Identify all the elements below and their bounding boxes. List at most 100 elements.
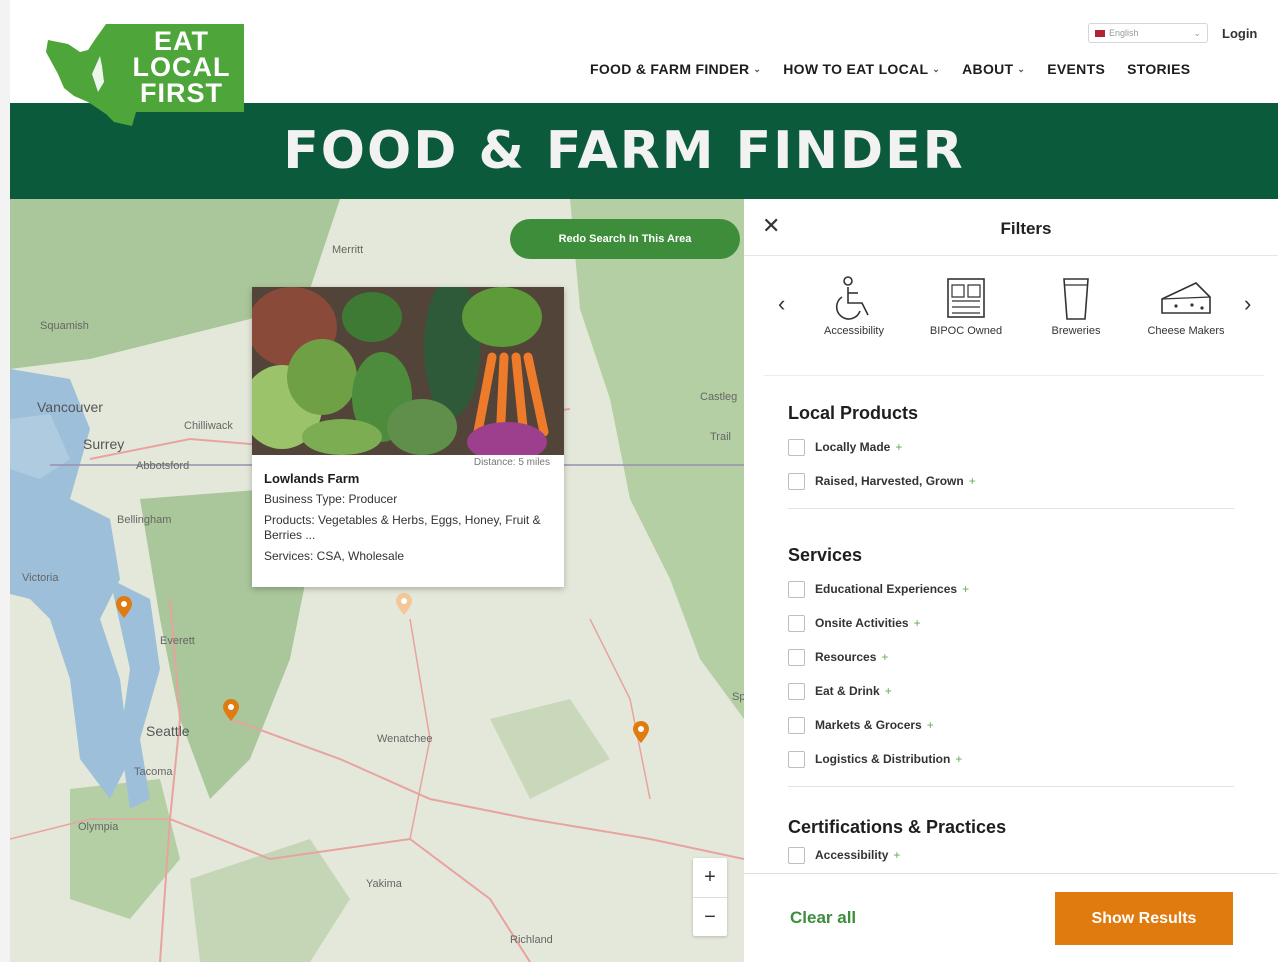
filters-header: ✕ Filters	[744, 199, 1278, 256]
option-label: Onsite Activities	[815, 616, 909, 630]
nav-food-farm-finder[interactable]: FOOD & FARM FINDER ⌄	[590, 61, 761, 77]
checkbox[interactable]	[788, 580, 805, 598]
filter-eat-drink[interactable]: Eat & Drink +	[788, 674, 1234, 708]
section-title: Certifications & Practices	[788, 817, 1007, 837]
option-label: Raised, Harvested, Grown	[815, 474, 964, 488]
language-select[interactable]: English ⌄	[1088, 23, 1208, 43]
nav-label: STORIES	[1127, 61, 1191, 77]
chevron-down-icon: ⌄	[1193, 27, 1201, 38]
plus-icon[interactable]: +	[955, 752, 962, 766]
map-label-everett: Everett	[160, 635, 195, 647]
map-label-vancouver: Vancouver	[37, 399, 103, 415]
plus-icon[interactable]: +	[969, 474, 976, 488]
filter-logistics-distribution[interactable]: Logistics & Distribution +	[788, 742, 1234, 776]
category-bipoc-owned[interactable]: BIPOC Owned	[916, 275, 1016, 337]
plus-icon[interactable]: +	[914, 616, 921, 630]
checkbox[interactable]	[788, 846, 805, 864]
chevron-left-icon[interactable]: ‹	[778, 291, 785, 317]
map-label-tacoma: Tacoma	[134, 766, 173, 778]
chevron-down-icon: ⌄	[1017, 63, 1026, 74]
plus-icon[interactable]: +	[893, 848, 900, 862]
flag-icon	[1095, 30, 1105, 38]
show-results-button[interactable]: Show Results	[1055, 892, 1233, 945]
site-logo[interactable]: EAT LOCAL FIRST	[44, 22, 248, 128]
nav-label: EVENTS	[1047, 61, 1106, 77]
plus-icon[interactable]: +	[885, 684, 892, 698]
map[interactable]: Merritt Squamish Vancouver Surrey Chilli…	[10, 199, 744, 962]
option-label: Eat & Drink	[815, 684, 880, 698]
checkbox[interactable]	[788, 472, 805, 490]
map-label-chilliwack: Chilliwack	[184, 420, 233, 432]
plus-icon[interactable]: +	[881, 650, 888, 664]
login-link[interactable]: Login	[1222, 26, 1257, 41]
map-pin-icon[interactable]	[223, 699, 239, 721]
filter-onsite-activities[interactable]: Onsite Activities +	[788, 606, 1234, 640]
nav-how-to-eat-local[interactable]: HOW TO EAT LOCAL ⌄	[783, 61, 940, 77]
map-pin-icon[interactable]	[396, 593, 412, 615]
plus-icon[interactable]: +	[962, 582, 969, 596]
page-title: FOOD & FARM FINDER	[283, 121, 965, 181]
nav-stories[interactable]: STORIES	[1127, 61, 1190, 77]
option-label: Markets & Grocers	[815, 718, 922, 732]
category-accessibility[interactable]: Accessibility	[804, 275, 904, 337]
filter-cert-accessibility[interactable]: Accessibility +	[788, 838, 1234, 872]
section-services: Services Educational Experiences + Onsite…	[788, 545, 1234, 787]
farm-popup-body: Distance: 5 miles Lowlands Farm Business…	[252, 455, 564, 570]
map-label-olympia: Olympia	[78, 821, 119, 833]
category-label: BIPOC Owned	[929, 325, 1003, 337]
filter-categories-carousel: ‹ Accessibility BIPOC Owned Breweries Ch…	[764, 269, 1264, 376]
accessibility-icon	[835, 276, 869, 320]
map-pin-icon[interactable]	[116, 596, 132, 618]
farm-popup-card[interactable]: Distance: 5 miles Lowlands Farm Business…	[252, 287, 564, 587]
checkbox[interactable]	[788, 682, 805, 700]
checkbox[interactable]	[788, 750, 805, 768]
category-cheese-makers[interactable]: Cheese Makers	[1136, 275, 1236, 337]
page: English ⌄ Login FOOD & FARM FINDER ⌄ HOW …	[10, 0, 1278, 962]
farm-name[interactable]: Lowlands Farm	[264, 471, 552, 486]
nav-label: FOOD & FARM FINDER	[590, 61, 750, 77]
section-certifications: Certifications & Practices Accessibility…	[788, 817, 1234, 872]
clear-all-button[interactable]: Clear all	[790, 908, 856, 928]
checkbox[interactable]	[788, 614, 805, 632]
chevron-down-icon: ⌄	[753, 63, 762, 74]
checkbox[interactable]	[788, 648, 805, 666]
checkbox[interactable]	[788, 716, 805, 734]
map-label-richland: Richland	[510, 934, 553, 946]
zoom-in-button[interactable]: +	[693, 858, 727, 898]
distance-text: Distance: 5 miles	[473, 457, 550, 468]
nav-label: HOW TO EAT LOCAL	[783, 61, 929, 77]
plus-icon[interactable]: +	[927, 718, 934, 732]
option-label: Locally Made	[815, 440, 891, 454]
filter-locally-made[interactable]: Locally Made +	[788, 430, 1234, 464]
business-type: Business Type: Producer	[264, 492, 398, 506]
category-breweries[interactable]: Breweries	[1026, 275, 1126, 337]
filter-markets-grocers[interactable]: Markets & Grocers +	[788, 708, 1234, 742]
zoom-out-button[interactable]: −	[693, 898, 727, 937]
map-label-squamish: Squamish	[40, 320, 89, 332]
map-label-surrey: Surrey	[83, 436, 125, 452]
map-label-seattle: Seattle	[146, 723, 190, 739]
redo-search-button[interactable]: Redo Search In This Area	[510, 219, 740, 259]
cheese-makers-icon	[1161, 282, 1211, 314]
map-label-victoria: Victoria	[22, 572, 59, 584]
option-label: Educational Experiences	[815, 582, 958, 596]
map-label-abbotsford: Abbotsford	[136, 460, 190, 472]
nav-about[interactable]: ABOUT ⌄	[962, 61, 1025, 77]
map-pin-icon[interactable]	[633, 721, 649, 743]
filter-educational-experiences[interactable]: Educational Experiences +	[788, 572, 1234, 606]
checkbox[interactable]	[788, 438, 805, 456]
map-label-merritt: Merritt	[332, 244, 364, 256]
nav-events[interactable]: EVENTS	[1047, 61, 1105, 77]
map-label-bellingham: Bellingham	[117, 514, 172, 526]
filter-resources[interactable]: Resources +	[788, 640, 1234, 674]
language-value: English	[1109, 28, 1139, 38]
main-nav: FOOD & FARM FINDER ⌄ HOW TO EAT LOCAL ⌄ AB…	[590, 61, 1190, 77]
category-label: Accessibility	[824, 325, 884, 337]
category-label: Breweries	[1051, 325, 1101, 337]
section-title: Services	[788, 545, 863, 565]
section-local-products: Local Products Locally Made + Raised, Har…	[788, 403, 1234, 509]
filter-raised-harvested-grown[interactable]: Raised, Harvested, Grown +	[788, 464, 1234, 498]
chevron-down-icon: ⌄	[932, 63, 941, 74]
plus-icon[interactable]: +	[895, 440, 902, 454]
chevron-right-icon[interactable]: ›	[1244, 291, 1251, 317]
